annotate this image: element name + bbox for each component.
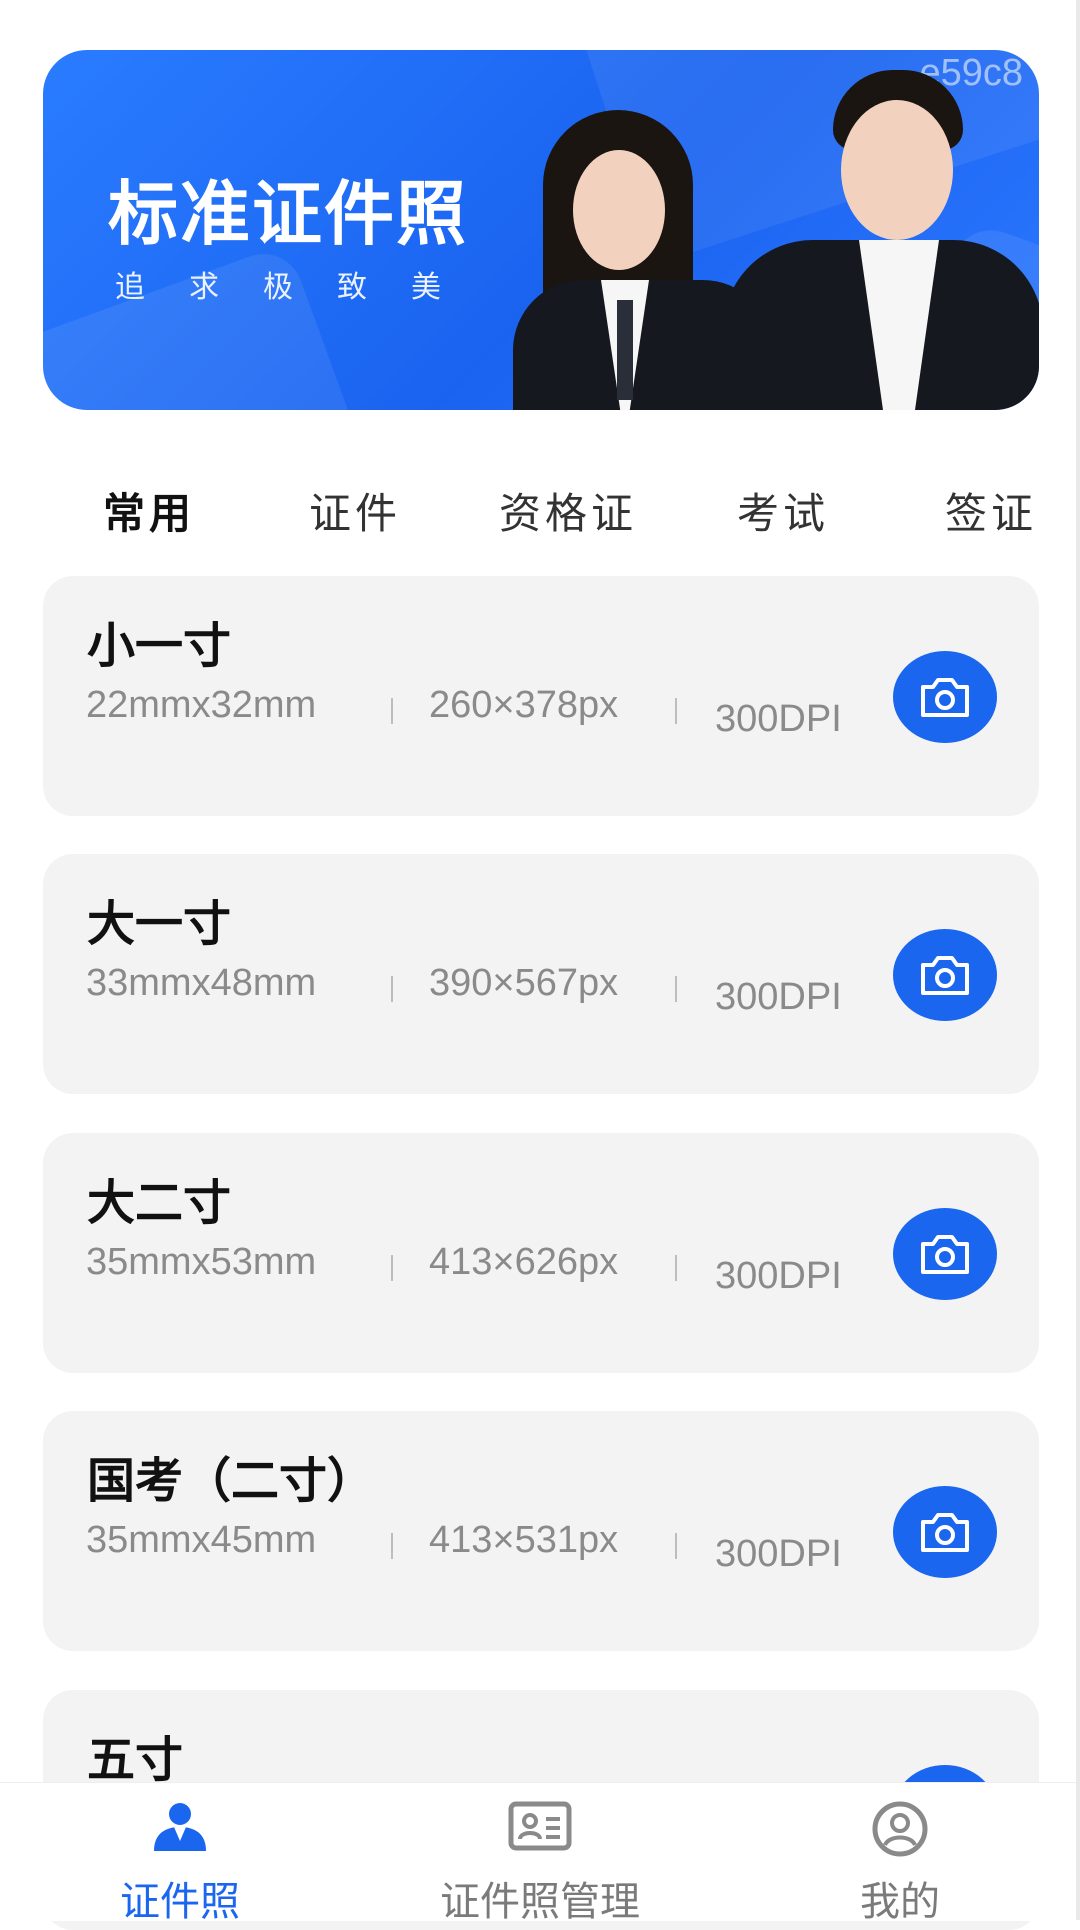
photo-spec-card[interactable]: 国考（二寸） 35mmx45mm 413×531px 300DPI: [43, 1411, 1039, 1651]
nav-label: 证件照: [120, 1879, 240, 1925]
profile-icon: [872, 1801, 928, 1857]
spec-title: 大一寸: [87, 896, 232, 952]
spec-title: 五寸: [87, 1732, 184, 1788]
camera-icon: [921, 678, 969, 717]
spec-dpi: 300DPI: [715, 1533, 842, 1575]
camera-button[interactable]: [893, 929, 997, 1021]
tab-exams[interactable]: 考试: [737, 480, 829, 541]
divider: [675, 976, 677, 1002]
camera-icon: [921, 956, 969, 995]
spec-size-px: 260×378px: [429, 684, 619, 726]
bottom-nav: 证件照 证件照管理 我的: [0, 1782, 1080, 1925]
banner-subtitle: 追求极致美: [115, 270, 485, 305]
id-card-icon: [508, 1801, 572, 1851]
spec-size-px: 390×567px: [429, 962, 619, 1004]
nav-id-photo-management[interactable]: 证件照管理: [360, 1783, 720, 1925]
spec-dpi: 300DPI: [715, 976, 842, 1018]
photo-spec-card[interactable]: 小一寸 22mmx32mm 260×378px 300DPI: [43, 576, 1039, 816]
tab-common[interactable]: 常用: [103, 480, 195, 541]
divider: [675, 1255, 677, 1281]
male-portrait: [723, 70, 1039, 410]
photo-spec-card[interactable]: 大一寸 33mmx48mm 390×567px 300DPI: [43, 854, 1039, 1094]
camera-icon: [921, 1235, 969, 1274]
camera-button[interactable]: [893, 1486, 997, 1578]
photo-spec-card[interactable]: 大二寸 35mmx53mm 413×626px 300DPI: [43, 1133, 1039, 1373]
camera-icon: [921, 1513, 969, 1552]
scrollbar-edge: [1076, 0, 1080, 1920]
spec-dpi: 300DPI: [715, 1255, 842, 1297]
spec-size-mm: 35mmx45mm: [86, 1519, 317, 1561]
nav-label: 我的: [860, 1879, 940, 1925]
spec-title: 大二寸: [87, 1175, 232, 1231]
spec-size-px: 413×626px: [429, 1241, 619, 1283]
spec-size-mm: 33mmx48mm: [86, 962, 317, 1004]
id-photo-icon: [154, 1803, 206, 1851]
nav-label: 证件照管理: [440, 1879, 640, 1925]
divider: [675, 698, 677, 724]
camera-button[interactable]: [893, 1208, 997, 1300]
banner-title: 标准证件照: [108, 173, 468, 255]
category-tabs: 常用 证件 资格证 考试 签证: [0, 480, 1080, 550]
divider: [391, 698, 393, 724]
tab-documents[interactable]: 证件: [309, 480, 401, 541]
tab-qualifications[interactable]: 资格证: [499, 480, 637, 541]
spec-title: 小一寸: [87, 618, 232, 674]
spec-size-mm: 35mmx53mm: [86, 1241, 317, 1283]
divider: [391, 1255, 393, 1281]
nav-profile[interactable]: 我的: [720, 1783, 1080, 1925]
divider: [391, 976, 393, 1002]
tab-visa[interactable]: 签证: [945, 480, 1037, 541]
divider: [675, 1533, 677, 1559]
spec-size-mm: 22mmx32mm: [86, 684, 317, 726]
camera-button[interactable]: [893, 651, 997, 743]
spec-dpi: 300DPI: [715, 698, 842, 740]
nav-id-photo[interactable]: 证件照: [0, 1783, 360, 1925]
divider: [391, 1533, 393, 1559]
spec-title: 国考（二寸）: [87, 1453, 376, 1509]
spec-size-px: 413×531px: [429, 1519, 619, 1561]
hero-banner[interactable]: 标准证件照 追求极致美 e59c8: [43, 50, 1039, 410]
